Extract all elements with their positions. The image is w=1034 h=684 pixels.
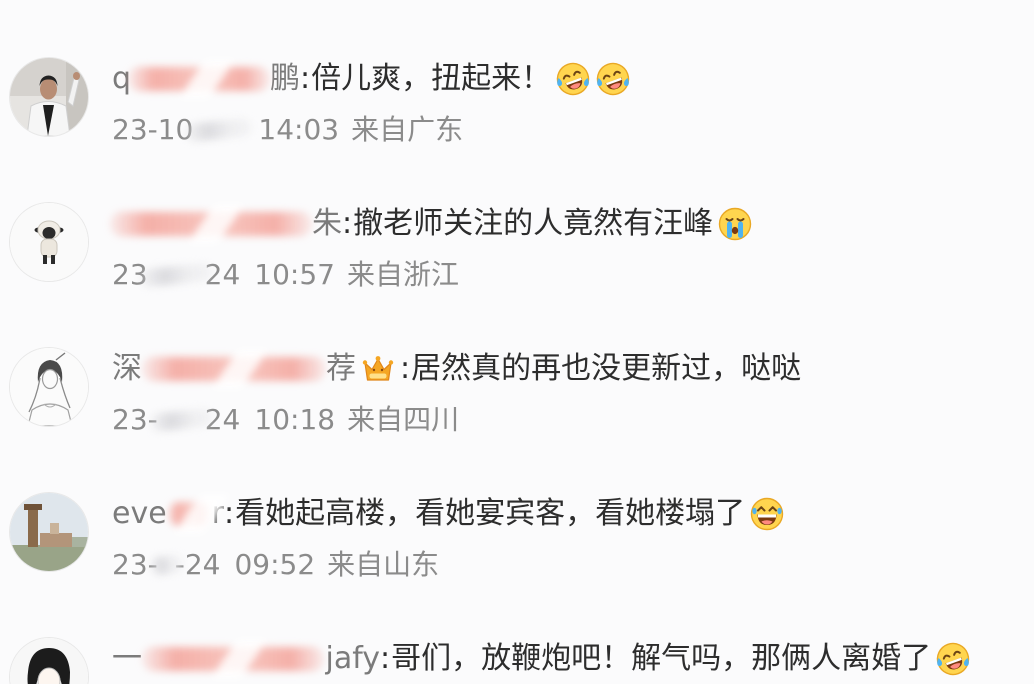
redaction-blur <box>110 212 312 236</box>
comment-meta: 23-10 14:03 来自广东 <box>112 112 463 148</box>
colon-separator: : <box>380 641 391 676</box>
comment-item: eve r : 看她起高楼，看她宴宾客，看她楼塌了 23- -24 09:52 … <box>0 491 1034 636</box>
redaction-blur <box>128 67 270 91</box>
comment-line: 深 荐 : 居然真的再也没更新过，哒哒 <box>112 350 805 388</box>
username-visible-end[interactable]: 鹏 <box>270 60 300 98</box>
username-visible-end[interactable]: jafy <box>325 640 380 678</box>
comment-item: 朱 : 撤老师关注的人竟然有汪峰 23 24 10:57 来自浙江 <box>0 201 1034 346</box>
comment-line: 一 jafy : 哥们，放鞭炮吧！解气吗，那俩人离婚了 <box>112 640 971 678</box>
comment-text: 撤老师关注的人竟然有汪峰 <box>353 206 714 241</box>
comment-meta: 23- 24 10:18 来自四川 <box>112 402 459 438</box>
username-visible-end[interactable]: r <box>212 495 224 533</box>
comment-text: 居然真的再也没更新过，哒哒 <box>411 351 802 386</box>
username-visible-start[interactable]: eve <box>112 495 167 533</box>
comment-time: 14:03 <box>258 113 340 146</box>
username[interactable]: 一 jafy <box>112 640 380 678</box>
username-visible-start[interactable]: 一 <box>112 640 142 678</box>
username-visible-end[interactable]: 朱 <box>312 205 342 243</box>
comment-location: 来自浙江 <box>346 258 459 291</box>
avatar[interactable] <box>10 348 88 426</box>
redaction-blur <box>142 357 326 381</box>
laugh-cry-icon <box>595 61 631 97</box>
vip-crown-icon <box>360 351 396 387</box>
colon-separator: : <box>400 351 411 386</box>
comment-location: 来自四川 <box>347 403 460 436</box>
username[interactable]: q 鹏 <box>112 60 300 98</box>
username[interactable]: 深 荐 <box>112 350 356 388</box>
redaction-blur <box>142 647 324 671</box>
redaction-blur <box>158 402 205 438</box>
redaction-blur <box>148 257 205 293</box>
comment-time: 09:52 <box>234 548 316 581</box>
comment-item: 一 jafy : 哥们，放鞭炮吧！解气吗，那俩人离婚了 <box>0 636 1034 684</box>
grin-tears-icon <box>749 496 785 532</box>
emoji-group <box>749 496 785 532</box>
emoji-group <box>935 641 971 677</box>
comment-meta: 23 24 10:57 来自浙江 <box>112 257 459 293</box>
emoji-group <box>555 61 631 97</box>
comment-location: 来自广东 <box>351 113 464 146</box>
comment-item: 深 荐 : 居然真的再也没更新过，哒哒 23- 24 10:18 来自四川 <box>0 346 1034 491</box>
redaction-blur <box>158 547 175 583</box>
comment-text: 倍儿爽，扭起来！ <box>311 61 552 96</box>
tears-icon <box>717 206 753 242</box>
username-visible-end[interactable]: 荐 <box>326 350 356 388</box>
avatar[interactable] <box>10 493 88 571</box>
avatar[interactable] <box>10 638 88 684</box>
colon-separator: : <box>342 206 353 241</box>
comment-line: 朱 : 撤老师关注的人竟然有汪峰 <box>110 205 753 243</box>
laugh-cry-icon <box>935 641 971 677</box>
date-visible-start: 23-10 <box>112 113 194 146</box>
emoji-group <box>717 206 753 242</box>
username[interactable]: 朱 <box>110 205 342 243</box>
comment-text: 哥们，放鞭炮吧！解气吗，那俩人离婚了 <box>391 641 932 676</box>
comment-time: 10:18 <box>254 403 336 436</box>
username-visible-start[interactable]: q <box>112 60 131 98</box>
laugh-cry-icon <box>555 61 591 97</box>
comment-item: q 鹏 : 倍儿爽，扭起来！ 23-10 14:03 来自广东 <box>0 56 1034 201</box>
username-visible-start[interactable]: 深 <box>112 350 142 388</box>
comment-meta: 23- -24 09:52 来自山东 <box>112 547 439 583</box>
avatar[interactable] <box>10 58 88 136</box>
colon-separator: : <box>224 496 235 531</box>
comment-list: q 鹏 : 倍儿爽，扭起来！ 23-10 14:03 来自广东 朱: 撤老师关… <box>0 56 1034 684</box>
comment-location: 来自山东 <box>327 548 440 581</box>
username[interactable]: eve r <box>112 495 224 533</box>
redaction-blur <box>193 112 244 148</box>
comment-text: 看她起高楼，看她宴宾客，看她楼塌了 <box>235 496 746 531</box>
comment-time: 10:57 <box>254 258 335 291</box>
comment-line: eve r : 看她起高楼，看她宴宾客，看她楼塌了 <box>112 495 785 533</box>
redaction-blur <box>168 502 210 526</box>
colon-separator: : <box>300 61 311 96</box>
comment-line: q 鹏 : 倍儿爽，扭起来！ <box>112 60 631 98</box>
avatar[interactable] <box>10 203 88 281</box>
